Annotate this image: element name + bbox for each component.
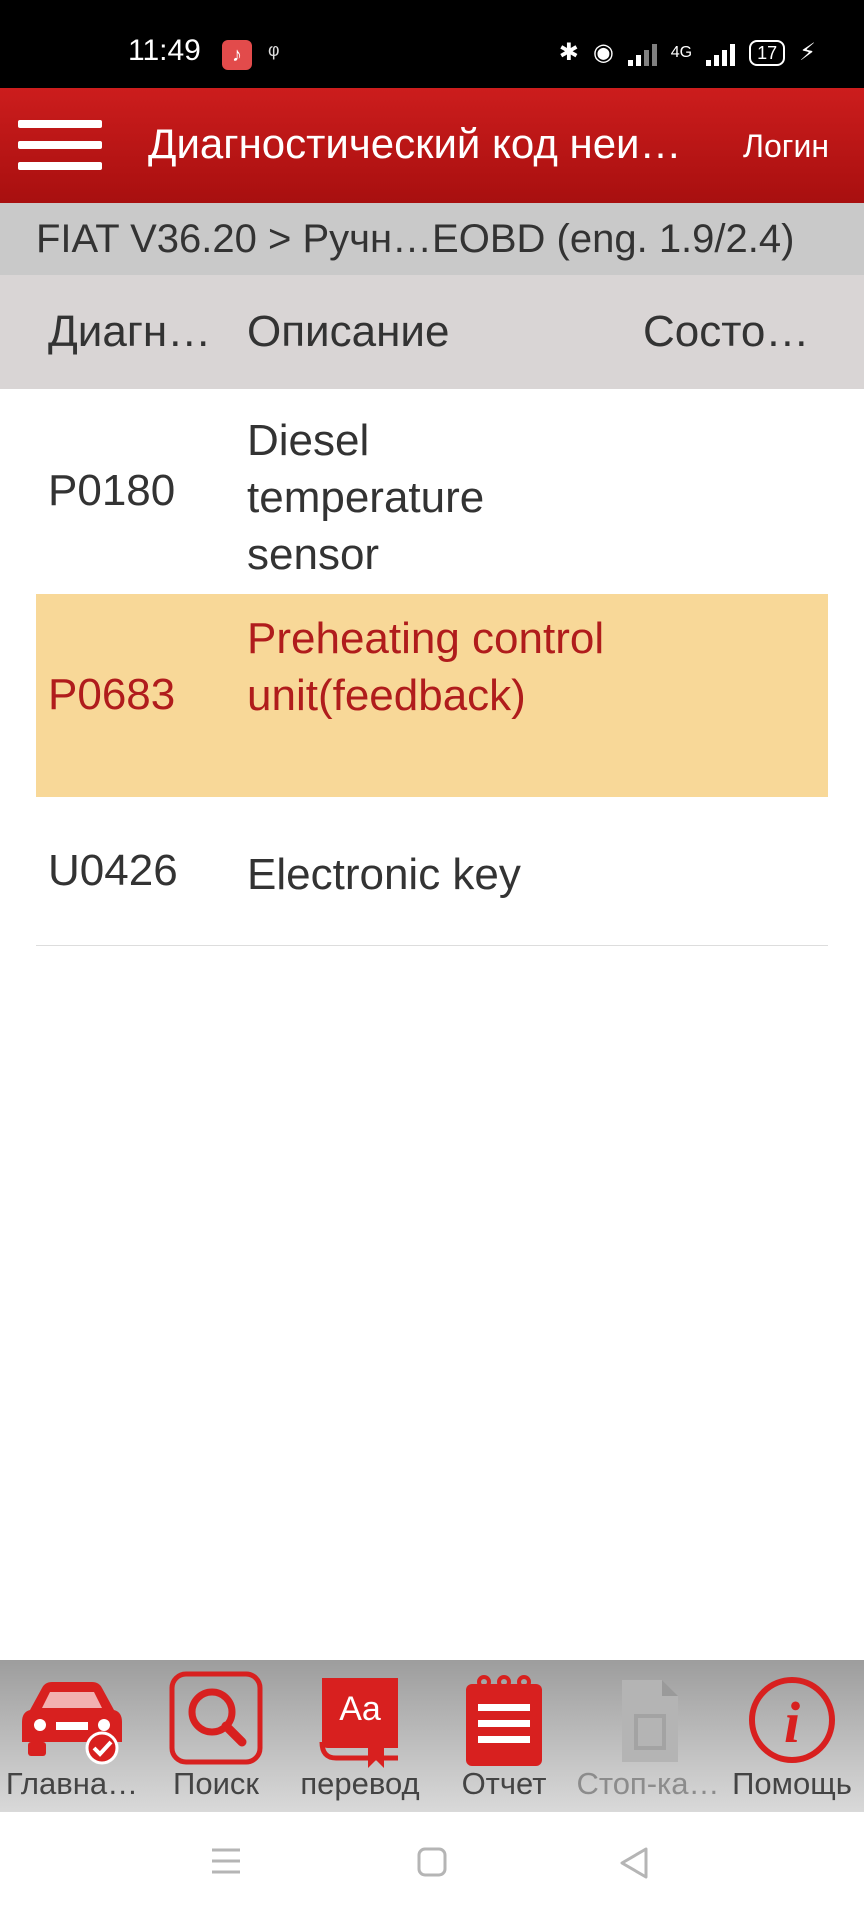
translate-button[interactable]: Aa перевод (288, 1660, 432, 1812)
row-description: Diesel temperature sensor (247, 416, 485, 579)
signal-icon (627, 40, 657, 66)
search-button[interactable]: Поиск (144, 1660, 288, 1812)
row-code: P0180 (48, 466, 176, 515)
home-label: Главна… (5, 1766, 139, 1801)
app-header: Диагностический код неи… Логин (0, 88, 864, 203)
column-header-code[interactable]: Диагн… (48, 307, 211, 357)
svg-text:i: i (784, 1690, 800, 1755)
back-nav-icon[interactable] (618, 1846, 650, 1885)
report-button[interactable]: Отчет (432, 1660, 576, 1812)
stethoscope-icon: ᵠ (268, 38, 280, 68)
location-icon: ◉ (592, 39, 614, 66)
signal-icon-2 (706, 40, 736, 66)
freeze-frame-label: Стоп-ка… (576, 1766, 720, 1801)
charging-icon: ⚡ (799, 39, 816, 66)
row-description: Electronic key (247, 850, 521, 899)
login-button[interactable]: Логин (743, 128, 829, 165)
system-navigation-bar (0, 1812, 864, 1920)
row-description: Preheating control unit(feedback) (247, 614, 605, 720)
breadcrumb-text: FIAT V36.20 > Ручн…EOBD (eng. 1.9/2.4) (36, 217, 795, 261)
help-button[interactable]: i Помощь (720, 1660, 864, 1812)
bluetooth-icon: ✱ (558, 39, 579, 66)
table-header: Диагн… Описание Состо… (0, 275, 864, 389)
page-title: Диагностический код неи… (148, 120, 682, 167)
info-icon: i (720, 1670, 864, 1768)
table-row[interactable]: U0426 Electronic key (36, 818, 828, 928)
recent-apps-icon[interactable] (210, 1846, 242, 1881)
table-row[interactable]: P0180 Diesel temperature sensor (36, 404, 828, 579)
report-label: Отчет (461, 1766, 547, 1801)
svg-text:Aa: Aa (339, 1690, 381, 1728)
translate-icon: Aa (288, 1670, 432, 1768)
row-code: U0426 (48, 846, 178, 895)
network-type: 4G (670, 43, 693, 61)
breadcrumb: FIAT V36.20 > Ручн…EOBD (eng. 1.9/2.4) (0, 203, 864, 275)
search-label: Поиск (173, 1766, 259, 1801)
column-header-description[interactable]: Описание (247, 307, 449, 357)
home-nav-icon[interactable] (416, 1846, 448, 1883)
freeze-frame-button[interactable]: Стоп-ка… (576, 1660, 720, 1812)
row-code: P0683 (48, 670, 176, 719)
hamburger-menu-icon[interactable] (18, 120, 102, 176)
column-header-status[interactable]: Состо… (643, 307, 809, 357)
table-row-selected[interactable]: P0683 Preheating control unit(feedback) (36, 594, 828, 797)
status-icons: ✱ ◉ 4G 17 ⚡ (559, 38, 816, 67)
battery-icon: 17 (749, 39, 786, 66)
music-app-icon: ♪ (222, 40, 252, 70)
bottom-toolbar: Главна… Поиск Aa перевод Отчет Стоп-ка… … (0, 1660, 864, 1812)
car-check-icon (0, 1670, 144, 1768)
report-icon (432, 1670, 576, 1768)
search-icon (144, 1670, 288, 1768)
status-time: 11:49 (128, 34, 201, 67)
translate-label: перевод (300, 1766, 420, 1801)
home-button[interactable]: Главна… (0, 1660, 144, 1812)
status-bar: 11:49 ♪ ᵠ ✱ ◉ 4G 17 ⚡ (0, 0, 864, 88)
freeze-frame-icon (576, 1670, 720, 1768)
table-divider (36, 945, 828, 946)
help-label: Помощь (732, 1766, 852, 1801)
